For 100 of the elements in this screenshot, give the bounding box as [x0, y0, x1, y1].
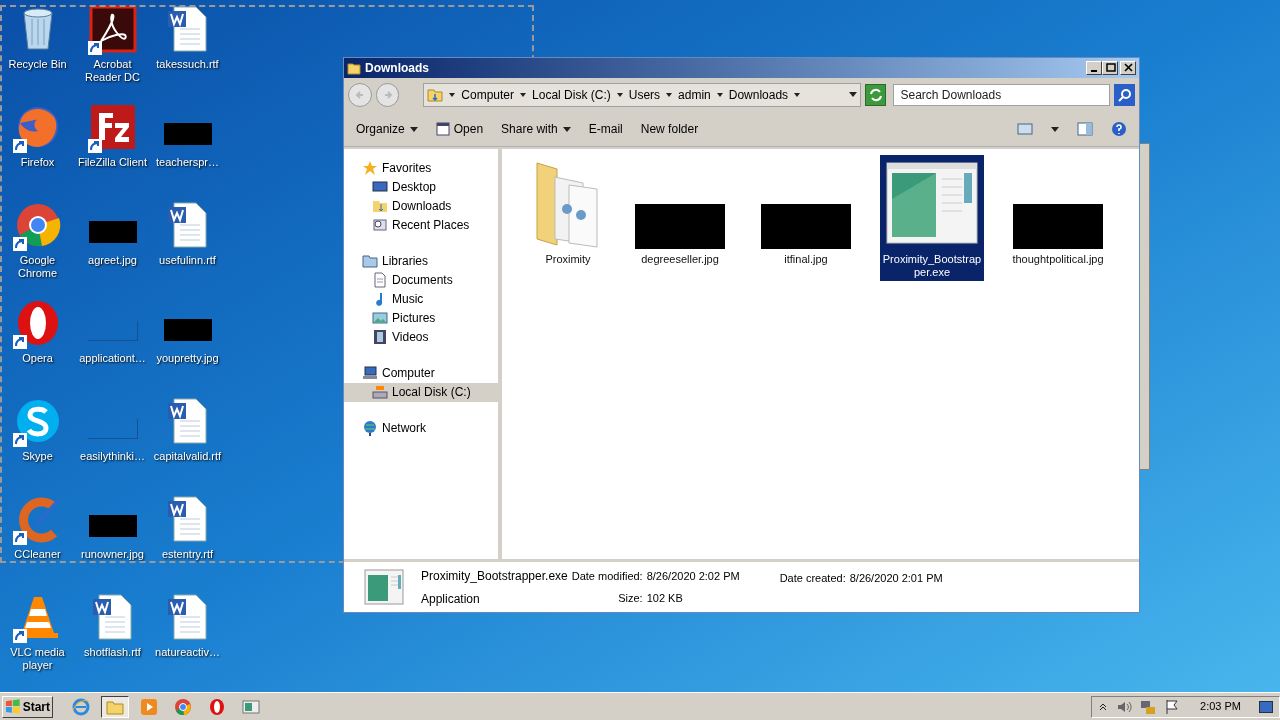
address-bar[interactable]: Computer Local Disk (C:) Users admin Downloads — [423, 82, 861, 107]
computer-icon — [362, 365, 378, 381]
taskbar-button[interactable] — [101, 695, 129, 718]
back-arrow-icon — [353, 88, 366, 101]
nav-item[interactable]: Videos — [344, 327, 498, 347]
nav-item[interactable]: Recent Places — [344, 215, 498, 235]
caret-icon — [666, 92, 673, 97]
icon-label[interactable]: agreet.jpg — [75, 254, 150, 267]
toolbar-button[interactable]: Organize — [356, 120, 418, 139]
file-item[interactable]: degreeseller.jpg — [628, 154, 732, 268]
shortcut-arrow-icon — [12, 335, 27, 349]
file-type: Application — [421, 590, 481, 608]
pdf-icon — [88, 5, 137, 53]
start-button[interactable]: Start — [2, 695, 53, 718]
flag-icon[interactable] — [1164, 698, 1181, 715]
shortcut-arrow-icon — [87, 41, 102, 55]
folder-icon — [372, 198, 388, 214]
window-title: Downloads — [365, 59, 429, 77]
caret-icon — [716, 92, 723, 97]
document-icon — [372, 272, 388, 288]
window-icon — [435, 122, 450, 137]
network-icon[interactable] — [1140, 698, 1157, 715]
search-field[interactable]: Search Downloads — [893, 83, 1111, 106]
icon-label[interactable]: Acrobat Reader DC — [75, 58, 150, 84]
caret-icon[interactable] — [1051, 126, 1059, 132]
caret-icon — [794, 92, 801, 97]
nav-item[interactable]: Pictures — [344, 308, 498, 328]
file-item[interactable]: thoughtpolitical.jpg — [1006, 154, 1110, 268]
nav-item[interactable]: Music — [344, 289, 498, 309]
icon-label[interactable]: shotflash.rtf — [75, 646, 150, 659]
field-label: Date modified: — [571, 569, 643, 585]
icon-label[interactable]: runowner.jpg — [75, 548, 150, 561]
breadcrumb-item[interactable]: Users — [628, 85, 661, 104]
icon-label[interactable]: VLC media player — [0, 646, 75, 672]
field-label: Size: — [617, 590, 643, 606]
icon-label[interactable]: Recycle Bin — [0, 58, 75, 71]
maximize-button[interactable] — [1102, 60, 1118, 75]
file-item[interactable]: itfinal.jpg — [754, 154, 858, 268]
help-icon[interactable] — [1111, 121, 1127, 138]
blank-thumbnail — [87, 419, 138, 439]
icon-label[interactable]: natureactiv… — [150, 646, 225, 659]
clock-folder-icon — [372, 217, 388, 233]
close-button[interactable] — [1120, 60, 1136, 75]
icon-label[interactable]: teacherspr… — [150, 156, 225, 169]
breadcrumb-item[interactable]: admin — [678, 85, 711, 104]
icon-label[interactable]: FileZilla Client — [75, 156, 150, 169]
breadcrumb-item[interactable]: Computer — [461, 85, 515, 104]
nav-item[interactable]: Documents — [344, 270, 498, 290]
file-name: Proximity_Bootstrapper.exe — [421, 567, 568, 585]
folder-icon — [362, 253, 378, 269]
play-icon — [140, 697, 158, 716]
breadcrumb-item[interactable]: Local Disk (C:) — [532, 85, 611, 104]
file-item[interactable]: Proximity — [530, 154, 606, 268]
nav-item[interactable]: Network — [344, 418, 498, 438]
shortcut-arrow-icon — [87, 139, 102, 153]
preview-pane-icon[interactable] — [1077, 122, 1093, 137]
nav-item[interactable]: Downloads — [344, 196, 498, 216]
caret-icon — [562, 126, 571, 132]
show-desktop-button[interactable] — [1259, 700, 1273, 713]
folder-icon — [427, 86, 444, 103]
toolbar-button[interactable]: E-mail — [588, 120, 623, 139]
icon-label[interactable]: usefulinn.rtf — [150, 254, 225, 267]
icon-label[interactable]: applicationt… — [75, 352, 150, 365]
refresh-button[interactable] — [864, 83, 887, 106]
field-value: 8/26/2020 2:02 PM — [646, 569, 740, 585]
icon-label[interactable]: Google Chrome — [0, 254, 75, 280]
icon-label[interactable]: youpretty.jpg — [150, 352, 225, 365]
breadcrumb-item[interactable]: Downloads — [728, 85, 789, 104]
field-value: 8/26/2020 2:01 PM — [849, 571, 943, 587]
icon-label[interactable]: takessuch.rtf — [150, 58, 225, 71]
film-icon — [372, 329, 388, 345]
nav-item[interactable]: Favorites — [344, 158, 498, 178]
chevron-up-icon[interactable] — [1098, 701, 1109, 712]
icon-label[interactable]: easilythinki… — [75, 450, 150, 463]
application-window-icon — [364, 569, 404, 606]
toolbar-button[interactable]: Open — [435, 120, 484, 139]
icon-label[interactable]: capitalvalid.rtf — [150, 450, 225, 463]
toolbar-button[interactable]: Share with — [501, 120, 571, 139]
icon-label[interactable]: estentry.rtf — [150, 548, 225, 561]
search-button[interactable] — [1114, 83, 1136, 106]
blacked-out-thumbnail — [88, 221, 137, 243]
windows-flag-icon — [5, 698, 21, 715]
star-icon — [362, 160, 378, 176]
caret-icon — [520, 92, 527, 97]
icon-label[interactable]: Firefox — [0, 156, 75, 169]
toolbar-button[interactable]: New folder — [640, 120, 699, 139]
file-item[interactable]: Proximity_Bootstrapper.exe — [880, 154, 984, 281]
minimize-button[interactable] — [1086, 60, 1102, 75]
dropdown-arrow-icon[interactable] — [848, 92, 857, 98]
icon-label[interactable]: CCleaner — [0, 548, 75, 561]
icon-label[interactable]: Opera — [0, 352, 75, 365]
nav-item[interactable]: Computer — [344, 363, 498, 383]
clock-time[interactable]: 2:03 PM — [1200, 698, 1241, 715]
nav-item[interactable]: Local Disk (C:) — [344, 382, 498, 402]
nav-item[interactable]: Libraries — [344, 251, 498, 271]
nav-item[interactable]: Desktop — [344, 177, 498, 197]
letter-o-icon — [208, 697, 226, 716]
icon-label[interactable]: Skype — [0, 450, 75, 463]
caret-icon — [409, 126, 418, 132]
field-value: 102 KB — [646, 590, 684, 606]
